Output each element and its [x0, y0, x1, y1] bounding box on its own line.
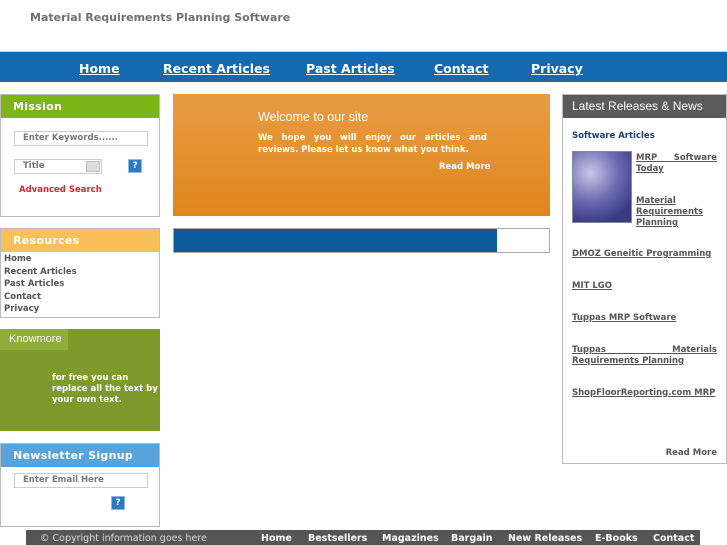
site-title: Material Requirements Planning Software — [30, 11, 291, 24]
gears-image — [572, 151, 632, 223]
resources-link-home[interactable]: Home — [1, 253, 159, 266]
footer-link-bargain[interactable]: Bargain — [451, 533, 493, 544]
email-input[interactable]: Enter Email Here — [14, 473, 148, 488]
nav-home[interactable]: Home — [79, 61, 120, 76]
welcome-title: Welcome to our site — [258, 110, 369, 124]
knowmore-box: Knowmore for free you can replace all th… — [0, 329, 160, 431]
mission-box: Mission Enter Keywords...... Title ? Adv… — [0, 94, 160, 217]
resources-link-contact[interactable]: Contact — [1, 291, 159, 304]
news-link-dmoz[interactable]: DMOZ Geneitic Programming — [572, 249, 717, 260]
news-title: Latest Releases & News — [563, 95, 726, 118]
welcome-banner: Welcome to our site We hope you will enj… — [173, 94, 550, 216]
chevron-down-icon — [86, 161, 100, 172]
news-link-material-requirements[interactable]: Material Requirements Planning — [636, 196, 717, 229]
footer-link-ebooks[interactable]: E-Books — [595, 533, 638, 544]
news-link-mrp-software-today[interactable]: MRP Software Today — [636, 153, 717, 175]
help-icon[interactable]: ? — [128, 159, 142, 173]
nav-contact[interactable]: Contact — [434, 61, 488, 76]
news-link-tuppas-mrp[interactable]: Tuppas MRP Software — [572, 313, 717, 324]
resources-link-recent[interactable]: Recent Articles — [1, 266, 159, 279]
news-read-more[interactable]: Read More — [666, 448, 717, 458]
select-value: Title — [23, 161, 45, 171]
news-link-mit-lgo[interactable]: MIT LGO — [572, 281, 717, 292]
welcome-read-more[interactable]: Read More — [439, 162, 490, 172]
newsletter-submit-icon[interactable]: ? — [111, 496, 125, 510]
knowmore-text: for free you can replace all the text by… — [52, 373, 158, 405]
blue-banner-bar — [173, 228, 550, 253]
footer-link-magazines[interactable]: Magazines — [382, 533, 439, 544]
search-field-select[interactable]: Title — [14, 159, 102, 174]
advanced-search-link[interactable]: Advanced Search — [19, 185, 102, 195]
footer-link-bestsellers[interactable]: Bestsellers — [308, 533, 367, 544]
footer-link-new-releases[interactable]: New Releases — [508, 533, 582, 544]
welcome-text: We hope you will enjoy our articles and … — [258, 133, 487, 155]
resources-link-privacy[interactable]: Privacy — [1, 303, 159, 316]
footer-link-home[interactable]: Home — [261, 533, 292, 544]
main-nav: Home Recent Articles Past Articles Conta… — [0, 51, 727, 82]
nav-recent-articles[interactable]: Recent Articles — [163, 61, 270, 76]
resources-box: Resources Home Recent Articles Past Arti… — [0, 228, 160, 318]
software-articles-heading: Software Articles — [572, 131, 655, 141]
footer-link-contact[interactable]: Contact — [653, 533, 694, 544]
news-box: Latest Releases & News Software Articles… — [562, 94, 727, 464]
nav-past-articles[interactable]: Past Articles — [306, 61, 395, 76]
copyright-text: © Copyright information goes here — [40, 533, 207, 544]
news-link-shopfloor[interactable]: ShopFloorReporting.com MRP — [572, 388, 717, 399]
blue-banner-fill — [174, 229, 497, 252]
resources-title: Resources — [1, 229, 159, 252]
nav-privacy[interactable]: Privacy — [531, 61, 583, 76]
newsletter-title: Newsletter Signup — [1, 444, 159, 467]
newsletter-box: Newsletter Signup Enter Email Here ? — [0, 443, 160, 527]
mission-title: Mission — [1, 95, 159, 118]
resources-link-past[interactable]: Past Articles — [1, 278, 159, 291]
knowmore-title: Knowmore — [0, 329, 68, 350]
news-link-tuppas-materials[interactable]: Tuppas Materials Requirements Planning — [572, 345, 717, 367]
footer: © Copyright information goes here Home B… — [26, 530, 700, 545]
keywords-input[interactable]: Enter Keywords...... — [14, 131, 148, 146]
